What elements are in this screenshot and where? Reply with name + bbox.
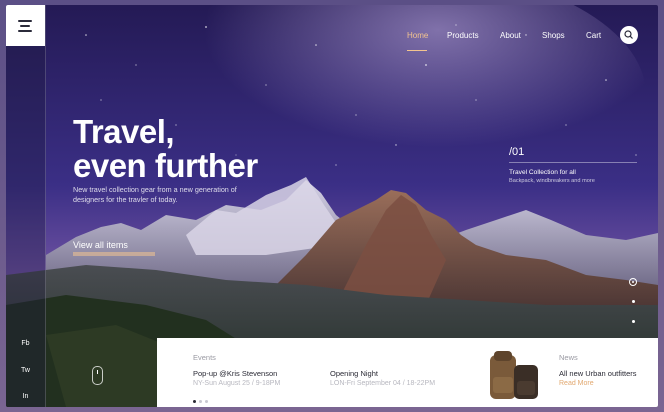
bottom-info-panel: Events Pop-up @Kris Stevenson NY-Sun Aug… [157,338,658,407]
hero-screen: Fb Tw In Home Products About Shops Cart … [6,5,658,407]
nav-home[interactable]: Home [407,31,428,40]
slide-indicator-active[interactable] [629,278,637,286]
slide-number: /01 [509,146,525,158]
hero-subtitle: New travel collection gear from a new ge… [73,185,273,205]
nav-cart[interactable]: Cart [586,31,601,40]
event-title[interactable]: Pop-up @Kris Stevenson [193,369,277,378]
social-link-facebook[interactable]: Fb [6,340,45,347]
left-sidebar: Fb Tw In [6,5,46,407]
cta-underline [73,252,155,256]
events-pager-dot[interactable] [193,400,196,403]
event-details: LON-Fri September 04 / 18-22PM [330,380,436,387]
slide-divider [509,162,637,163]
menu-button[interactable] [6,5,45,46]
hamburger-icon-line [20,25,30,27]
event-title[interactable]: Opening Night [330,369,378,378]
events-label: Events [193,353,216,362]
search-button[interactable] [620,26,638,44]
nav-shops[interactable]: Shops [542,31,565,40]
slide-title: Travel Collection for all [509,169,576,176]
social-link-twitter[interactable]: Tw [6,367,45,374]
hero-subtitle-line2: designers for the travler of today. [73,195,178,204]
nav-about[interactable]: About [500,31,521,40]
news-title[interactable]: All new Urban outfitters [559,369,637,378]
nav-products[interactable]: Products [447,31,479,40]
news-read-more-link[interactable]: Read More [559,380,594,387]
search-icon [624,30,633,39]
nav-active-underline [407,50,427,51]
hero-title-line2: even further [73,147,258,184]
mouse-wheel [97,370,98,374]
hero-subtitle-line1: New travel collection gear from a new ge… [73,185,237,194]
event-details: NY-Sun August 25 / 9-18PM [193,380,281,387]
hamburger-icon-line [18,30,32,32]
slide-subtitle: Backpack, windbreakers and more [509,178,595,184]
hero-title-line1: Travel, [73,113,175,150]
slide-indicator[interactable] [632,320,635,323]
backpack-product-image [490,351,538,399]
slide-indicator[interactable] [632,300,635,303]
mouse-icon [92,366,103,385]
slide-indicator-active-center [632,281,634,283]
hero-title: Travel, even further [73,115,323,183]
view-all-items-link[interactable]: View all items [73,240,128,250]
news-label: News [559,353,578,362]
social-link-instagram[interactable]: In [6,393,45,400]
events-pager-dot[interactable] [199,400,202,403]
events-pager-dot[interactable] [205,400,208,403]
hamburger-icon [18,20,32,22]
